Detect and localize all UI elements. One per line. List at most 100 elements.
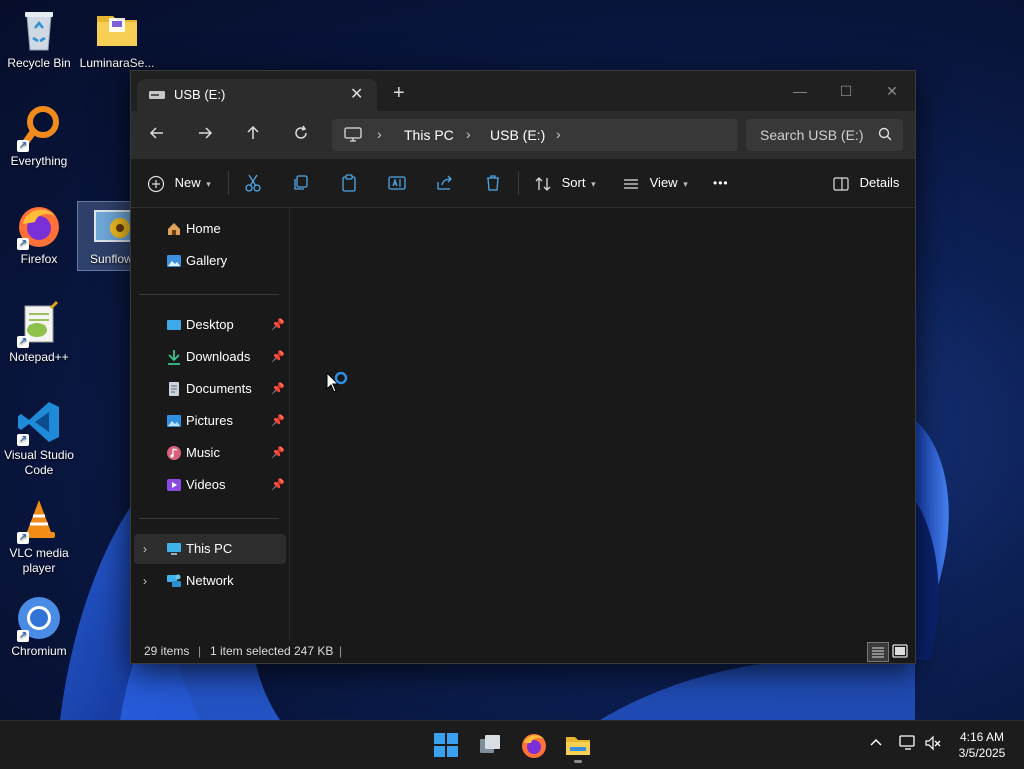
sidebar-item-network[interactable]: › Network xyxy=(134,566,286,596)
status-divider: | xyxy=(339,644,343,658)
desktop-icon-everything[interactable]: ↗ Everything xyxy=(0,104,78,169)
details-button-label: Details xyxy=(859,175,900,190)
taskbar-firefox[interactable] xyxy=(518,729,550,761)
sidebar-divider xyxy=(139,294,279,295)
tab-close-button[interactable]: ✕ xyxy=(350,84,363,104)
start-button[interactable] xyxy=(430,729,462,761)
pin-icon[interactable]: 📌 xyxy=(271,374,285,404)
desktop-folder-icon xyxy=(167,320,181,330)
chevron-right-icon[interactable]: › xyxy=(143,534,147,564)
title-bar[interactable]: USB (E:) ✕ + — ☐ ✕ xyxy=(131,71,915,111)
view-lines-icon xyxy=(624,178,638,189)
network-tray-button[interactable] xyxy=(899,735,917,754)
breadcrumb-usb-drive[interactable]: USB (E:) xyxy=(490,127,545,143)
share-button[interactable] xyxy=(435,173,455,193)
show-hidden-icons-button[interactable] xyxy=(869,735,883,752)
details-view-button[interactable] xyxy=(867,642,889,662)
download-icon xyxy=(168,350,180,365)
plus-circle-icon xyxy=(147,175,165,192)
sidebar-item-label: Gallery xyxy=(186,253,228,268)
desktop-icon-luminara-folder[interactable]: LuminaraSe... xyxy=(78,6,156,71)
sidebar-item-label: Documents xyxy=(186,381,252,396)
file-list-area[interactable] xyxy=(290,208,915,640)
details-pane-button[interactable]: Details xyxy=(832,171,899,195)
sidebar-item-label: Home xyxy=(186,221,221,236)
this-pc-icon xyxy=(167,543,181,555)
view-button[interactable]: View ▾ xyxy=(622,171,688,195)
pin-icon[interactable]: 📌 xyxy=(271,470,285,500)
back-button[interactable] xyxy=(143,123,171,147)
task-view-button[interactable] xyxy=(474,729,506,761)
desktop-icon-label: Visual Studio Code xyxy=(4,448,74,477)
sidebar-item-this-pc[interactable]: › This PC xyxy=(134,534,286,564)
close-button[interactable]: ✕ xyxy=(869,77,915,105)
usb-drive-icon xyxy=(149,91,165,99)
paste-button[interactable] xyxy=(339,173,359,193)
forward-button[interactable] xyxy=(191,123,219,147)
refresh-button[interactable] xyxy=(287,123,315,147)
system-clock[interactable]: 4:16 AM 3/5/2025 xyxy=(950,729,1014,761)
details-view-icon xyxy=(872,647,884,658)
pin-icon[interactable]: 📌 xyxy=(271,342,285,372)
more-options-button[interactable]: ••• xyxy=(713,171,729,195)
desktop-icon-notepadpp[interactable]: ↗ Notepad++ xyxy=(0,300,78,365)
copy-button[interactable] xyxy=(291,173,311,193)
desktop-icon-label: Everything xyxy=(10,154,68,168)
tab-usb-drive[interactable]: USB (E:) ✕ xyxy=(137,79,377,111)
new-tab-button[interactable]: + xyxy=(393,83,405,103)
sidebar-item-desktop[interactable]: Desktop 📌 xyxy=(134,310,286,340)
sidebar-item-label: Network xyxy=(186,573,234,588)
desktop-icon-label: Firefox xyxy=(20,252,58,266)
desktop-icon-label: Recycle Bin xyxy=(7,56,71,70)
sidebar-item-gallery[interactable]: Gallery xyxy=(134,246,286,276)
chevron-down-icon: ▾ xyxy=(591,179,596,189)
chevron-right-icon[interactable]: › xyxy=(143,566,147,596)
desktop-icon-vlc[interactable]: ↗ VLC media player xyxy=(0,496,78,576)
delete-button[interactable] xyxy=(483,173,503,193)
sidebar-item-videos[interactable]: Videos 📌 xyxy=(134,470,286,500)
sidebar-item-documents[interactable]: Documents 📌 xyxy=(134,374,286,404)
cut-button[interactable] xyxy=(243,173,263,193)
pin-icon[interactable]: 📌 xyxy=(271,310,285,340)
command-bar: New ▾ Sort ▾ View ▾ ••• Details xyxy=(131,159,915,208)
sort-icon xyxy=(535,176,551,191)
sidebar-item-label: Videos xyxy=(186,477,226,492)
running-indicator xyxy=(574,760,582,763)
sidebar-item-music[interactable]: Music 📌 xyxy=(134,438,286,468)
sidebar-item-pictures[interactable]: Pictures 📌 xyxy=(134,406,286,436)
shortcut-arrow-icon: ↗ xyxy=(17,532,29,544)
chevron-right-icon: › xyxy=(377,126,382,142)
desktop-icon-sunflower-image[interactable]: Sunflow xyxy=(77,201,131,271)
taskbar-file-explorer[interactable] xyxy=(562,729,594,763)
sidebar-item-home[interactable]: Home xyxy=(134,214,286,244)
sort-button[interactable]: Sort ▾ xyxy=(534,171,596,195)
desktop-icon-firefox[interactable]: ↗ Firefox xyxy=(0,202,78,267)
new-button[interactable]: New ▾ xyxy=(147,171,211,195)
file-explorer-window[interactable]: USB (E:) ✕ + — ☐ ✕ › This PC › USB (E:) … xyxy=(130,70,916,664)
navigation-pane: Home Gallery Desktop 📌 Downloads 📌 Docum… xyxy=(131,208,290,640)
folder-icon xyxy=(93,6,141,54)
tiles-view-icon xyxy=(892,644,908,658)
details-pane-icon xyxy=(833,176,849,191)
desktop-icon-recycle-bin[interactable]: Recycle Bin xyxy=(0,6,78,71)
desktop-icon-chromium[interactable]: ↗ Chromium xyxy=(0,594,78,659)
pin-icon[interactable]: 📌 xyxy=(271,438,285,468)
sidebar-item-label: This PC xyxy=(186,541,233,556)
sidebar-item-downloads[interactable]: Downloads 📌 xyxy=(134,342,286,372)
desktop-icon-vscode[interactable]: ↗ Visual Studio Code xyxy=(0,398,78,478)
volume-tray-button[interactable] xyxy=(924,735,942,754)
address-bar[interactable]: › This PC › USB (E:) › xyxy=(332,119,738,151)
up-button[interactable] xyxy=(239,123,267,147)
videos-icon xyxy=(167,479,181,491)
music-icon xyxy=(167,446,181,460)
search-box[interactable]: Search USB (E:) xyxy=(746,119,903,151)
tiles-view-button[interactable] xyxy=(890,642,910,660)
desktop-icon-label: VLC media player xyxy=(9,546,69,575)
monitor-icon xyxy=(344,127,362,142)
maximize-button[interactable]: ☐ xyxy=(823,77,869,105)
minimize-button[interactable]: — xyxy=(777,77,823,105)
rename-button[interactable] xyxy=(387,173,407,193)
image-file-icon xyxy=(92,202,130,250)
pin-icon[interactable]: 📌 xyxy=(271,406,285,436)
breadcrumb-this-pc[interactable]: This PC xyxy=(404,127,454,143)
